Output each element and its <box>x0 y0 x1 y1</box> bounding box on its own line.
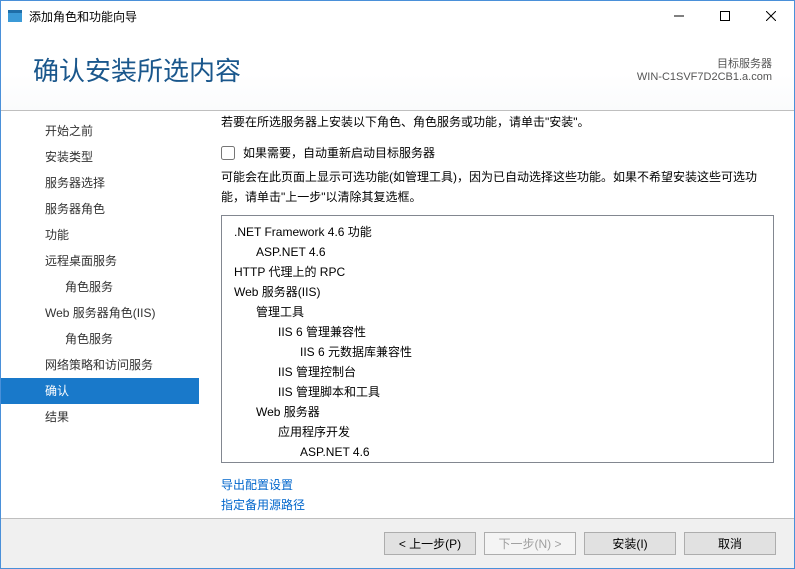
page-title: 确认安装所选内容 <box>33 51 241 88</box>
header: 确认安装所选内容 目标服务器 WIN-C1SVF7D2CB1.a.com <box>1 31 794 111</box>
titlebar-left: 添加角色和功能向导 <box>7 8 137 25</box>
body: 开始之前安装类型服务器选择服务器角色功能远程桌面服务角色服务Web 服务器角色(… <box>1 112 794 518</box>
tree-item: IIS 6 元数据库兼容性 <box>228 342 767 362</box>
auto-restart-checkbox[interactable] <box>221 146 235 160</box>
minimize-button[interactable] <box>656 1 702 31</box>
tree-item: ASP.NET 4.6 <box>228 242 767 262</box>
tree-item: IIS 管理控制台 <box>228 362 767 382</box>
sidebar-item[interactable]: 角色服务 <box>1 274 199 300</box>
intro-text: 若要在所选服务器上安装以下角色、角色服务或功能，请单击"安装"。 <box>221 112 774 132</box>
wizard-window: 添加角色和功能向导 确认安装所选内容 目标服务器 WIN-C1SVF7D2CB1… <box>0 0 795 569</box>
tree-item: IIS 管理脚本和工具 <box>228 382 767 402</box>
tree-item: ASP.NET 4.6 <box>228 442 767 462</box>
sidebar-item[interactable]: 安装类型 <box>1 144 199 170</box>
close-button[interactable] <box>748 1 794 31</box>
tree-item: Web 服务器(IIS) <box>228 282 767 302</box>
sidebar-item[interactable]: 开始之前 <box>1 118 199 144</box>
tree-item: IIS 6 管理兼容性 <box>228 322 767 342</box>
sidebar-item[interactable]: 确认 <box>1 378 199 404</box>
sidebar-item[interactable]: 服务器选择 <box>1 170 199 196</box>
titlebar: 添加角色和功能向导 <box>1 1 794 31</box>
footer: < 上一步(P) 下一步(N) > 安装(I) 取消 <box>1 518 794 568</box>
auto-restart-label: 如果需要，自动重新启动目标服务器 <box>243 144 435 161</box>
tree-item: Web 服务器 <box>228 402 767 422</box>
cancel-button[interactable]: 取消 <box>684 532 776 555</box>
sidebar: 开始之前安装类型服务器选择服务器角色功能远程桌面服务角色服务Web 服务器角色(… <box>1 112 199 518</box>
next-button: 下一步(N) > <box>484 532 576 555</box>
content: 若要在所选服务器上安装以下角色、角色服务或功能，请单击"安装"。 如果需要，自动… <box>199 112 794 518</box>
sidebar-item[interactable]: Web 服务器角色(IIS) <box>1 300 199 326</box>
tree-item: HTTP 代理上的 RPC <box>228 262 767 282</box>
restart-row: 如果需要，自动重新启动目标服务器 <box>221 144 774 161</box>
export-config-link[interactable]: 导出配置设置 <box>221 475 774 495</box>
target-server-value: WIN-C1SVF7D2CB1.a.com <box>637 71 772 83</box>
previous-button[interactable]: < 上一步(P) <box>384 532 476 555</box>
maximize-button[interactable] <box>702 1 748 31</box>
optional-features-notice: 可能会在此页面上显示可选功能(如管理工具)，因为已自动选择这些功能。如果不希望安… <box>221 167 774 207</box>
app-icon <box>7 8 23 24</box>
install-button[interactable]: 安装(I) <box>584 532 676 555</box>
tree-item: 管理工具 <box>228 302 767 322</box>
features-tree[interactable]: .NET Framework 4.6 功能ASP.NET 4.6HTTP 代理上… <box>221 215 774 463</box>
sidebar-item[interactable]: 结果 <box>1 404 199 430</box>
alt-source-path-link[interactable]: 指定备用源路径 <box>221 495 774 515</box>
tree-item: 应用程序开发 <box>228 422 767 442</box>
window-title: 添加角色和功能向导 <box>29 8 137 25</box>
tree-item: .NET Framework 4.6 功能 <box>228 222 767 242</box>
sidebar-item[interactable]: 功能 <box>1 222 199 248</box>
sidebar-item[interactable]: 角色服务 <box>1 326 199 352</box>
window-controls <box>656 1 794 31</box>
sidebar-item[interactable]: 远程桌面服务 <box>1 248 199 274</box>
sidebar-item[interactable]: 网络策略和访问服务 <box>1 352 199 378</box>
target-server-label: 目标服务器 <box>717 55 772 71</box>
sidebar-item[interactable]: 服务器角色 <box>1 196 199 222</box>
links: 导出配置设置 指定备用源路径 <box>221 475 774 515</box>
